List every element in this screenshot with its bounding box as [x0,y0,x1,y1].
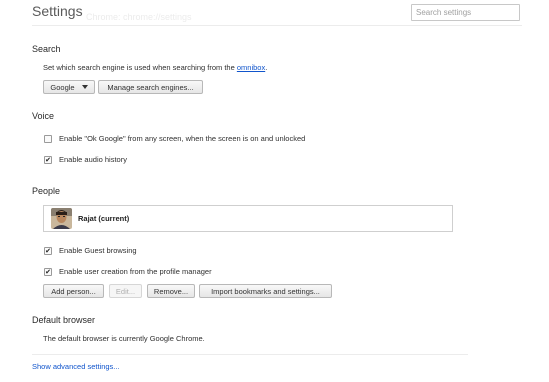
profile-name[interactable]: Rajat (current) [78,214,129,223]
user-creation-checkbox[interactable]: ✔ [44,268,52,276]
page-title: Settings [32,3,83,19]
default-browser-status: The default browser is currently Google … [43,334,205,343]
footer-divider [32,354,468,355]
audio-history-checkbox[interactable]: ✔ [44,156,52,164]
checkmark-icon: ✔ [45,156,51,164]
guest-browsing-label: Enable Guest browsing [59,246,137,255]
voice-section-heading: Voice [32,111,55,121]
header-divider [32,25,522,26]
ghost-url-text: Chrome: chrome://settings [86,12,192,22]
search-settings-input[interactable] [411,4,520,21]
guest-browsing-checkbox[interactable]: ✔ [44,247,52,255]
people-section-heading: People [32,186,61,196]
ok-google-label: Enable "Ok Google" from any screen, when… [59,134,306,143]
search-description-suffix: . [265,63,268,72]
checkmark-icon: ✔ [45,247,51,255]
search-engine-select[interactable]: Google [43,80,95,94]
ok-google-checkbox[interactable] [44,135,52,143]
chevron-down-icon [81,85,88,89]
avatar-image [51,208,72,229]
search-description-prefix: Set which search engine is used when sea… [43,63,237,72]
default-browser-heading: Default browser [32,315,96,325]
add-person-button[interactable]: Add person... [43,284,104,298]
audio-history-label: Enable audio history [59,155,127,164]
remove-person-button[interactable]: Remove... [147,284,195,298]
show-advanced-settings-link[interactable]: Show advanced settings... [32,362,120,371]
import-bookmarks-button[interactable]: Import bookmarks and settings... [199,284,332,298]
search-description: Set which search engine is used when sea… [43,63,267,72]
profile-list: Rajat (current) [43,205,453,232]
omnibox-link[interactable]: omnibox [237,63,265,72]
search-engine-selected: Google [50,82,75,92]
search-section-heading: Search [32,44,61,54]
user-creation-label: Enable user creation from the profile ma… [59,267,212,276]
avatar [51,208,72,229]
edit-person-button[interactable]: Edit... [109,284,142,298]
checkmark-icon: ✔ [45,268,51,276]
manage-search-engines-button[interactable]: Manage search engines... [98,80,203,94]
